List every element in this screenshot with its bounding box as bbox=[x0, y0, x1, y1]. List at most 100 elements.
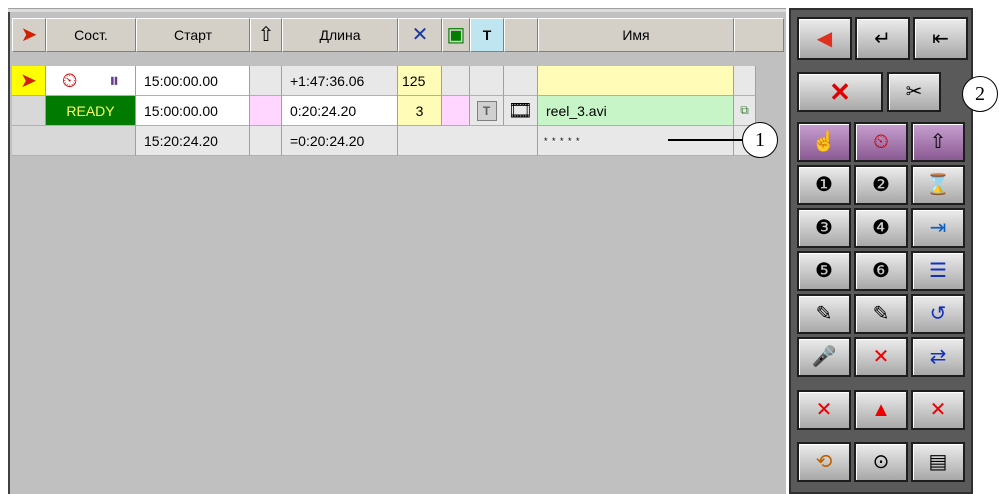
camera-1-icon: ❶ bbox=[815, 174, 833, 196]
skip-back-button[interactable]: ⇤ bbox=[913, 17, 968, 60]
page-delete-icon: ✕ bbox=[815, 399, 833, 421]
callout-2-label: 2 bbox=[975, 82, 985, 105]
row2-marker[interactable] bbox=[12, 96, 46, 126]
row3-name[interactable]: * * * * * bbox=[538, 126, 734, 156]
row2-t[interactable]: T bbox=[470, 96, 504, 126]
header-name[interactable]: Имя bbox=[538, 18, 734, 52]
header-start[interactable]: Старт bbox=[136, 18, 250, 52]
list-icon: ☰ bbox=[929, 260, 947, 282]
mic-off-icon: ✕ bbox=[872, 346, 890, 368]
mic-button[interactable]: 🎤 bbox=[797, 337, 851, 377]
refresh-icon: ⟲ bbox=[815, 451, 833, 473]
page-remove-button[interactable]: ✕ bbox=[911, 390, 965, 430]
row2-loop bbox=[442, 96, 470, 126]
row1-extra bbox=[734, 66, 756, 96]
header-blank[interactable] bbox=[504, 18, 538, 52]
arrow-left-icon: ◀ bbox=[816, 27, 833, 50]
row3-start[interactable]: 15:20:24.20 bbox=[136, 126, 250, 156]
header-loop[interactable]: ▣ bbox=[442, 18, 470, 52]
header-name-label: Имя bbox=[622, 27, 650, 43]
row3-length[interactable]: =0:20:24.20 bbox=[282, 126, 398, 156]
row2-length[interactable]: 0:20:24.20 bbox=[282, 96, 398, 126]
header-arrow-cell[interactable]: ➤ bbox=[12, 18, 46, 52]
row3-left bbox=[12, 126, 136, 156]
page-remove-icon: ✕ bbox=[929, 399, 947, 421]
enter-button[interactable]: ↵ bbox=[855, 17, 910, 60]
camera-3-button[interactable]: ❸ bbox=[797, 208, 851, 248]
clock-icon: ⏲ bbox=[873, 131, 889, 153]
camera-1-button[interactable]: ❶ bbox=[797, 165, 851, 205]
row1-length[interactable]: +1:47:36.06 bbox=[282, 66, 398, 96]
camera-5-button[interactable]: ❺ bbox=[797, 251, 851, 291]
row2-count[interactable]: 3 bbox=[398, 96, 442, 126]
info-icon: ⊙ bbox=[872, 451, 890, 473]
header-extra[interactable] bbox=[734, 18, 784, 52]
clock-icon: ⏲ bbox=[61, 69, 78, 92]
arrow-right-icon: ➤ bbox=[20, 24, 38, 46]
row1-blank bbox=[504, 66, 538, 96]
refresh-button[interactable]: ⟲ bbox=[797, 442, 851, 482]
hourglass-button[interactable]: ⌛ bbox=[911, 165, 965, 205]
arrow-up-icon: ⇧ bbox=[257, 24, 275, 46]
callout-1: 1 bbox=[742, 122, 778, 158]
row2-up bbox=[250, 96, 282, 126]
hand-icon: ☝ bbox=[811, 131, 837, 153]
header-state[interactable]: Сост. bbox=[46, 18, 136, 52]
list-return-button[interactable]: ↺ bbox=[911, 294, 965, 334]
row1-loop bbox=[442, 66, 470, 96]
enter-icon: ↵ bbox=[874, 27, 891, 50]
camera-5-icon: ❺ bbox=[815, 260, 833, 282]
row1-state[interactable]: ⏲ ⏸ bbox=[46, 66, 136, 96]
insert-button[interactable]: ⇥ bbox=[911, 208, 965, 248]
row2-state[interactable]: READY bbox=[46, 96, 136, 126]
header-shuffle[interactable]: ✕ bbox=[398, 18, 442, 52]
row1-name[interactable] bbox=[538, 66, 734, 96]
up-button[interactable]: ⇧ bbox=[911, 122, 965, 162]
pen-1-button[interactable]: ✎ bbox=[797, 294, 851, 334]
header-t[interactable]: T bbox=[470, 18, 504, 52]
list-jump-button[interactable]: ⇄ bbox=[911, 337, 965, 377]
header-length-label: Длина bbox=[319, 27, 361, 43]
film-icon: 🎞 bbox=[507, 99, 534, 122]
arrow-up-icon: ⇧ bbox=[929, 131, 947, 153]
header-length[interactable]: Длина bbox=[282, 18, 398, 52]
page-up-icon: ▲ bbox=[871, 399, 891, 421]
callout-2: 2 bbox=[962, 76, 998, 112]
row3-up bbox=[250, 126, 282, 156]
page-up-button[interactable]: ▲ bbox=[854, 390, 908, 430]
info-button[interactable]: ⊙ bbox=[854, 442, 908, 482]
row1-t bbox=[470, 66, 504, 96]
row3-mid bbox=[398, 126, 538, 156]
row1-marker[interactable]: ➤ bbox=[12, 66, 46, 96]
manual-button[interactable]: ☝ bbox=[797, 122, 851, 162]
row1-count[interactable]: 125 bbox=[398, 66, 442, 96]
header-up[interactable]: ⇧ bbox=[250, 18, 282, 52]
row2-start[interactable]: 15:00:00.00 bbox=[136, 96, 250, 126]
camera-4-button[interactable]: ❹ bbox=[854, 208, 908, 248]
camera-4-icon: ❹ bbox=[872, 217, 890, 239]
time-button[interactable]: ⏲ bbox=[854, 122, 908, 162]
mic-off-button[interactable]: ✕ bbox=[854, 337, 908, 377]
skip-back-icon: ⇤ bbox=[932, 27, 949, 50]
page-delete-button[interactable]: ✕ bbox=[797, 390, 851, 430]
pen-2-button[interactable]: ✎ bbox=[854, 294, 908, 334]
row2-name[interactable]: reel_3.avi bbox=[538, 96, 734, 126]
list-button[interactable]: ☰ bbox=[911, 251, 965, 291]
camera-2-button[interactable]: ❷ bbox=[854, 165, 908, 205]
header-start-label: Старт bbox=[173, 27, 213, 43]
mic-icon: 🎤 bbox=[811, 346, 837, 368]
camera-2-icon: ❷ bbox=[872, 174, 890, 196]
back-button[interactable]: ◀ bbox=[797, 17, 852, 60]
insert-icon: ⇥ bbox=[929, 217, 947, 239]
row2-media: 🎞 bbox=[504, 96, 538, 126]
row2-extra[interactable]: ⧉ bbox=[734, 96, 756, 126]
arrow-right-icon: ➤ bbox=[20, 69, 37, 92]
callout-1-label: 1 bbox=[755, 128, 765, 151]
camera-6-button[interactable]: ❻ bbox=[854, 251, 908, 291]
row1-start[interactable]: 15:00:00.00 bbox=[136, 66, 250, 96]
link-icon: ⧉ bbox=[740, 103, 749, 117]
cut-button[interactable]: ✂ bbox=[887, 72, 941, 112]
loop-icon: ▣ bbox=[446, 24, 466, 46]
save-button[interactable]: ▤ bbox=[911, 442, 965, 482]
delete-button[interactable]: ✕ bbox=[797, 72, 883, 112]
